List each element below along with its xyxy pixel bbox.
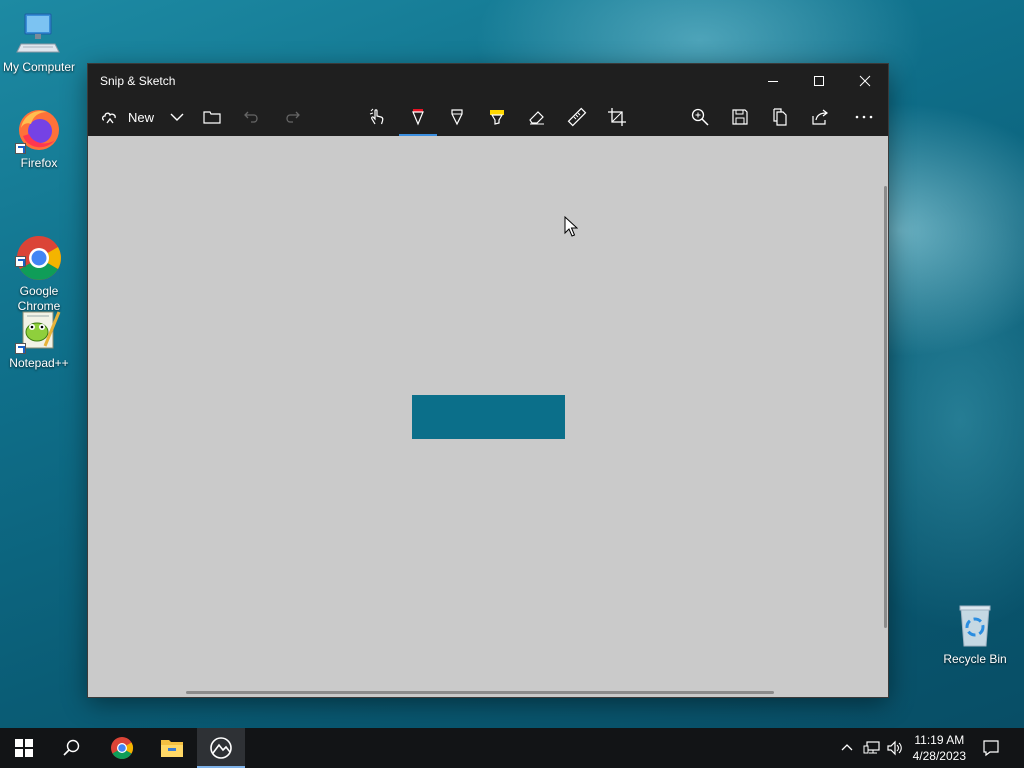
snip-canvas[interactable] (88, 136, 888, 697)
highlighter-icon (490, 110, 504, 125)
copy-icon (773, 108, 787, 126)
file-explorer-icon (161, 740, 183, 757)
taskbar-snip-sketch-button[interactable] (197, 728, 245, 768)
new-label: New (128, 109, 155, 125)
chrome-icon (15, 219, 63, 280)
maximize-icon (814, 76, 824, 86)
notepadpp-icon (15, 306, 63, 354)
desktop-icon-recycle-bin[interactable]: Recycle Bin (937, 602, 1013, 667)
taskbar-chrome-button[interactable] (98, 728, 146, 768)
notification-icon (983, 740, 999, 757)
ballpoint-pen-icon (412, 109, 424, 126)
toolbar: New (88, 98, 888, 136)
share-icon (812, 109, 828, 125)
ballpoint-pen-button[interactable] (399, 98, 437, 136)
desktop-icon-label: Recycle Bin (943, 652, 1007, 666)
eraser-icon (529, 111, 544, 125)
touch-writing-button[interactable] (359, 98, 395, 136)
title-bar[interactable]: Snip & Sketch (88, 64, 888, 98)
folder-icon (203, 111, 221, 124)
pencil-button[interactable] (439, 98, 475, 136)
search-icon (63, 739, 80, 756)
open-file-button[interactable] (194, 98, 230, 136)
copy-button[interactable] (762, 98, 798, 136)
snip-sketch-icon (210, 737, 232, 759)
pencil-icon (451, 109, 463, 126)
zoom-button[interactable] (682, 98, 718, 136)
taskbar: 11:19 AM 4/28/2023 (0, 728, 1024, 768)
desktop-icon-label: Firefox (20, 156, 58, 170)
desktop-icon-label: Notepad++ (9, 356, 69, 370)
chevron-down-icon (170, 113, 184, 121)
speaker-icon (887, 740, 902, 756)
vertical-scrollbar[interactable] (884, 186, 887, 628)
close-icon (859, 75, 871, 87)
crop-button[interactable] (599, 98, 635, 136)
save-button[interactable] (722, 98, 758, 136)
computer-icon (15, 10, 63, 58)
mouse-cursor-icon (564, 216, 578, 237)
shortcut-arrow-icon (15, 343, 26, 354)
redo-button[interactable] (274, 98, 310, 136)
chevron-up-icon (841, 744, 853, 751)
zoom-in-icon (691, 108, 709, 126)
taskbar-file-explorer-button[interactable] (148, 728, 196, 768)
network-icon (863, 741, 880, 754)
horizontal-scrollbar[interactable] (186, 691, 774, 694)
desktop-icon-label: My Computer (2, 60, 76, 74)
desktop-icon-notepadpp[interactable]: Notepad++ (1, 306, 77, 371)
snip-sketch-window: Snip & Sketch New (88, 64, 888, 697)
clock-date: 4/28/2023 (912, 749, 966, 763)
minimize-icon (768, 81, 778, 82)
undo-icon (244, 111, 258, 123)
notifications-button[interactable] (970, 728, 1012, 768)
firefox-icon (15, 106, 63, 154)
desktop-icon-my-computer[interactable]: My Computer (1, 10, 77, 75)
crop-icon (608, 108, 626, 126)
more-dots-icon (855, 115, 873, 119)
taskbar-clock[interactable]: 11:19 AM 4/28/2023 (913, 732, 966, 764)
touch-writing-icon (369, 108, 384, 125)
new-snip-button[interactable]: New (96, 98, 158, 136)
search-button[interactable] (48, 728, 96, 768)
clock-time: 11:19 AM (914, 733, 965, 747)
window-title: Snip & Sketch (100, 74, 176, 88)
close-button[interactable] (842, 64, 888, 98)
network-button[interactable] (860, 728, 884, 768)
ruler-button[interactable] (559, 98, 595, 136)
maximize-button[interactable] (796, 64, 842, 98)
save-icon (732, 109, 748, 125)
share-button[interactable] (802, 98, 838, 136)
more-options-button[interactable] (846, 98, 882, 136)
show-hidden-icons-button[interactable] (836, 728, 858, 768)
redo-icon (286, 111, 300, 123)
undo-button[interactable] (234, 98, 270, 136)
new-snip-options-button[interactable] (160, 98, 194, 136)
desktop-icon-firefox[interactable]: Firefox (1, 106, 77, 171)
volume-button[interactable] (884, 728, 906, 768)
recycle-bin-icon (951, 602, 999, 650)
start-button[interactable] (0, 728, 48, 768)
highlighter-button[interactable] (479, 98, 515, 136)
chrome-icon (111, 737, 133, 759)
windows-logo-icon (15, 739, 33, 757)
new-snip-icon (101, 112, 116, 124)
minimize-button[interactable] (750, 64, 796, 98)
shortcut-arrow-icon (15, 143, 26, 154)
eraser-button[interactable] (519, 98, 555, 136)
shortcut-arrow-icon (15, 256, 26, 267)
snip-image (412, 395, 565, 439)
ruler-icon (567, 107, 587, 127)
